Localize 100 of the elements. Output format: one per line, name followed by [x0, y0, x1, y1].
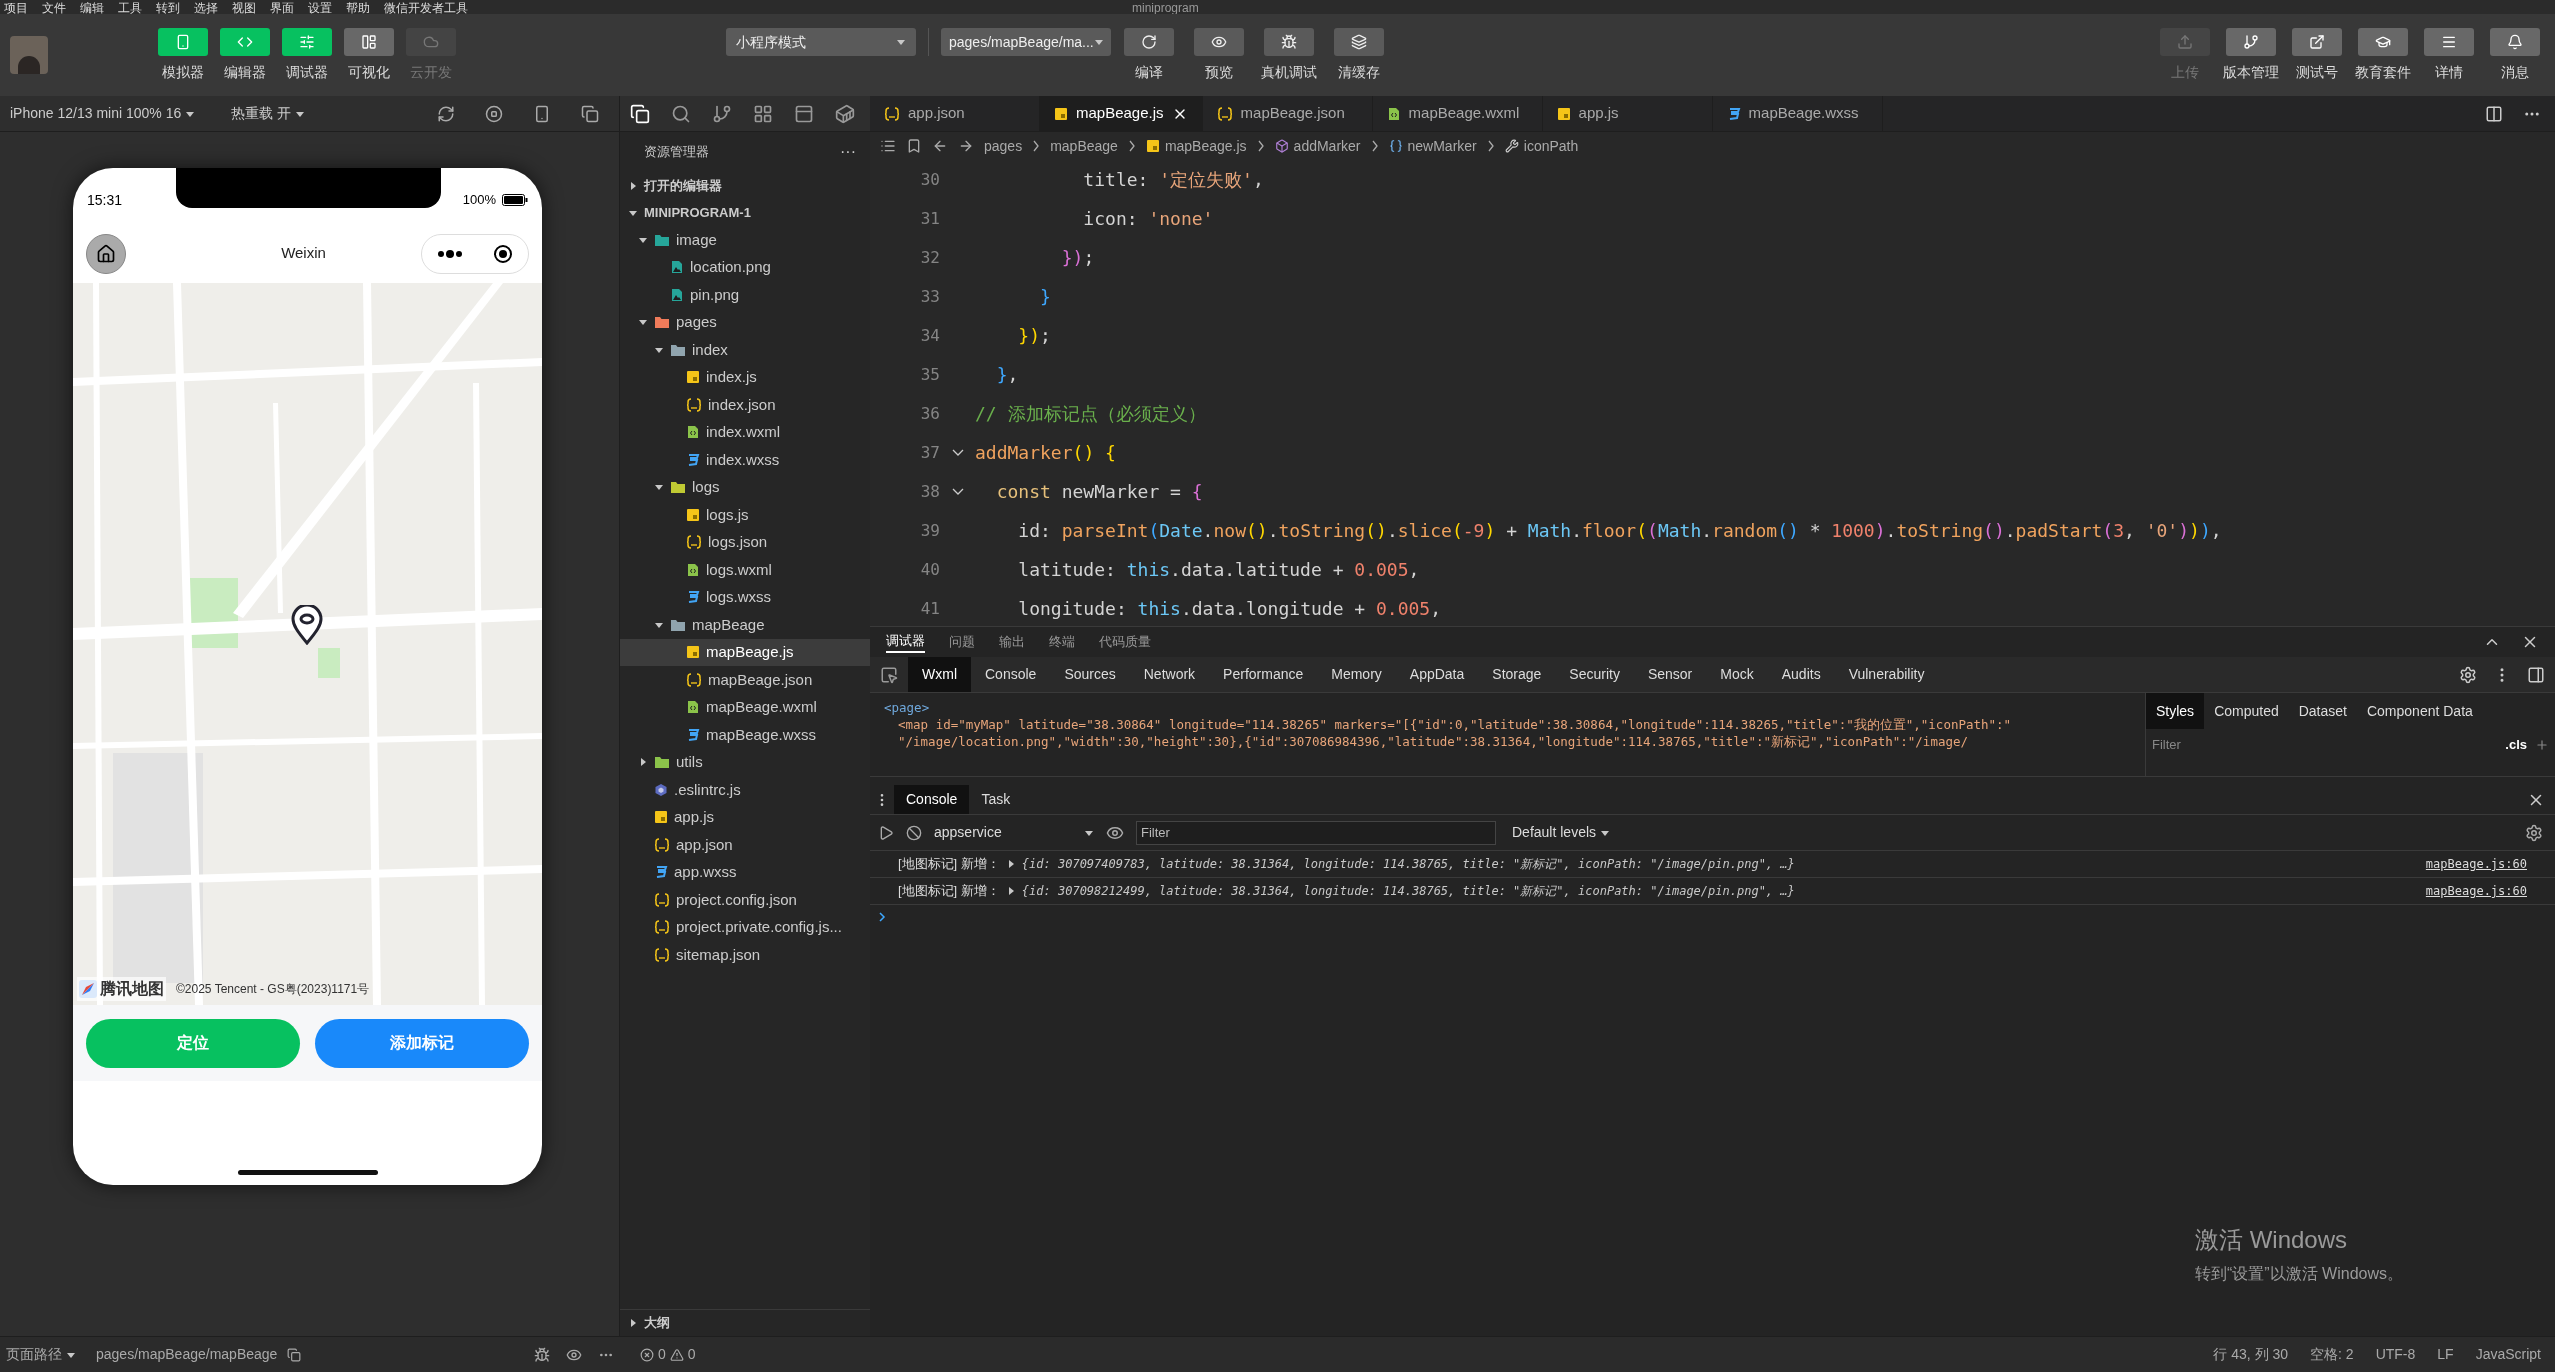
tree-item[interactable]: project.private.config.js... — [620, 913, 870, 941]
container-icon[interactable] — [835, 103, 855, 124]
view-toggle-button[interactable] — [344, 27, 394, 56]
tree-item[interactable]: index — [620, 336, 870, 364]
device-select[interactable]: iPhone 12/13 mini 100% 16 — [10, 103, 196, 124]
bug-icon[interactable] — [534, 1346, 550, 1363]
refresh-icon[interactable] — [437, 104, 455, 123]
page-path-select[interactable]: 页面路径 — [6, 1344, 76, 1365]
clear-icon[interactable] — [906, 824, 922, 841]
breadcrumb-item[interactable]: newMarker — [1388, 135, 1477, 157]
panel-tab[interactable]: 问题 — [949, 632, 975, 652]
devtools-tab[interactable]: Performance — [1209, 657, 1318, 692]
copy-icon[interactable] — [287, 1347, 302, 1362]
source-link[interactable]: mapBeage.js:60 — [2425, 882, 2527, 900]
tree-item[interactable]: index.js — [620, 363, 870, 391]
devtools-tab[interactable]: Security — [1555, 657, 1634, 692]
styles-tab[interactable]: Dataset — [2288, 693, 2357, 729]
tree-item[interactable]: mapBeage — [620, 611, 870, 639]
tree-item[interactable]: .eslintrc.js — [620, 776, 870, 804]
tree-item[interactable]: pin.png — [620, 281, 870, 309]
styles-tab[interactable]: Component Data — [2356, 693, 2483, 729]
panel-tab[interactable]: 代码质量 — [1099, 632, 1151, 652]
view-toggle-button[interactable] — [220, 27, 270, 56]
filter-field[interactable]: Filter — [1136, 820, 1496, 845]
menu-item[interactable]: 设置 — [308, 2, 332, 14]
phone-icon[interactable] — [533, 104, 551, 123]
panel-tab[interactable]: 输出 — [999, 632, 1025, 652]
settings-icon[interactable] — [2525, 823, 2543, 842]
toolbar-button[interactable] — [2358, 27, 2408, 56]
menu-item[interactable]: 帮助 — [346, 2, 370, 14]
bookmark-icon[interactable] — [906, 138, 922, 154]
devtools-tab[interactable]: Mock — [1706, 657, 1768, 692]
devtools-tab[interactable]: Audits — [1767, 657, 1835, 692]
toolbar-button[interactable] — [1334, 27, 1384, 56]
add-icon[interactable] — [2535, 738, 2549, 752]
menu-item[interactable]: 项目 — [4, 2, 28, 14]
status-item[interactable]: 行 43, 列 30 — [2213, 1344, 2289, 1365]
tree-item[interactable]: pages — [620, 308, 870, 336]
filter-field[interactable]: Filter — [2152, 735, 2498, 755]
breadcrumb-item[interactable]: mapBeage — [1050, 135, 1118, 157]
context-select[interactable]: appservice — [934, 822, 1094, 843]
menu-item[interactable]: 视图 — [232, 2, 256, 14]
menu-item[interactable]: 微信开发者工具 — [384, 2, 468, 14]
editor-tab[interactable]: app.js — [1542, 96, 1713, 131]
tree-item[interactable]: app.js — [620, 803, 870, 831]
panel-tab[interactable]: 调试器 — [886, 631, 925, 653]
search-icon[interactable] — [671, 103, 691, 124]
toolbar-button[interactable] — [2424, 27, 2474, 56]
inspect-icon[interactable] — [880, 665, 898, 684]
status-item[interactable]: UTF-8 — [2375, 1344, 2416, 1365]
devtools-tab[interactable]: Console — [971, 657, 1051, 692]
stop-icon[interactable] — [485, 104, 503, 123]
devtools-tab[interactable]: Storage — [1478, 657, 1556, 692]
menu-item[interactable]: 工具 — [118, 2, 142, 14]
fold-icon[interactable] — [951, 487, 964, 496]
tree-item[interactable]: mapBeage.js — [620, 638, 870, 666]
status-item[interactable]: JavaScript — [2475, 1344, 2541, 1365]
status-item[interactable]: LF — [2437, 1344, 2454, 1365]
tree-item[interactable]: utils — [620, 748, 870, 776]
tree-item[interactable]: location.png — [620, 253, 870, 281]
tree-item[interactable]: project.config.json — [620, 886, 870, 914]
breadcrumb-item[interactable]: addMarker — [1274, 135, 1361, 157]
tree-item[interactable]: sitemap.json — [620, 941, 870, 969]
home-button[interactable] — [86, 233, 126, 274]
tree-item[interactable]: mapBeage.json — [620, 666, 870, 694]
tree-item[interactable]: app.wxss — [620, 858, 870, 886]
breadcrumb-item[interactable]: pages — [984, 135, 1023, 157]
menu-item[interactable]: 转到 — [156, 2, 180, 14]
panel-tab[interactable]: 终端 — [1049, 632, 1075, 652]
editor-tab[interactable]: mapBeage.wxml — [1372, 96, 1543, 131]
devtools-tab[interactable]: Wxml — [908, 657, 971, 692]
tree-item[interactable]: image — [620, 226, 870, 254]
devtools-tab[interactable]: Vulnerability — [1834, 657, 1939, 692]
copy-icon[interactable] — [581, 104, 599, 123]
source-link[interactable]: mapBeage.js:60 — [2425, 855, 2527, 873]
section-header[interactable]: 打开的编辑器 — [620, 172, 870, 199]
drawer-tab[interactable]: Task — [969, 785, 1023, 814]
devtools-tab[interactable]: AppData — [1395, 657, 1479, 692]
panel-icon[interactable] — [794, 103, 814, 124]
devtools-tab[interactable]: Sensor — [1633, 657, 1707, 692]
page-select[interactable]: pages/mapBeage/ma... — [941, 28, 1111, 56]
files-icon[interactable] — [630, 103, 650, 124]
dock-icon[interactable] — [2527, 665, 2545, 684]
status-item[interactable]: 空格: 2 — [2310, 1344, 2354, 1365]
editor-tab[interactable]: mapBeage.js — [1040, 96, 1203, 131]
toolbar-button[interactable] — [1264, 27, 1314, 56]
toolbar-button[interactable] — [1124, 27, 1174, 56]
devtools-tab[interactable]: Sources — [1050, 657, 1130, 692]
tree-item[interactable]: app.json — [620, 831, 870, 859]
drawer-tab[interactable]: Console — [894, 785, 970, 814]
branch-icon[interactable] — [712, 103, 732, 124]
back-icon[interactable] — [932, 138, 948, 154]
toolbar-button[interactable] — [2292, 27, 2342, 56]
tree-item[interactable]: mapBeage.wxss — [620, 721, 870, 749]
mode-select[interactable]: 小程序模式 — [726, 28, 916, 56]
toolbar-button[interactable] — [1194, 27, 1244, 56]
tree-item[interactable]: logs.json — [620, 528, 870, 556]
tree-item[interactable]: logs.wxss — [620, 583, 870, 611]
section-header[interactable]: MINIPROGRAM-1 — [620, 199, 870, 226]
hot-reload-select[interactable]: 热重载 开 — [231, 103, 306, 124]
